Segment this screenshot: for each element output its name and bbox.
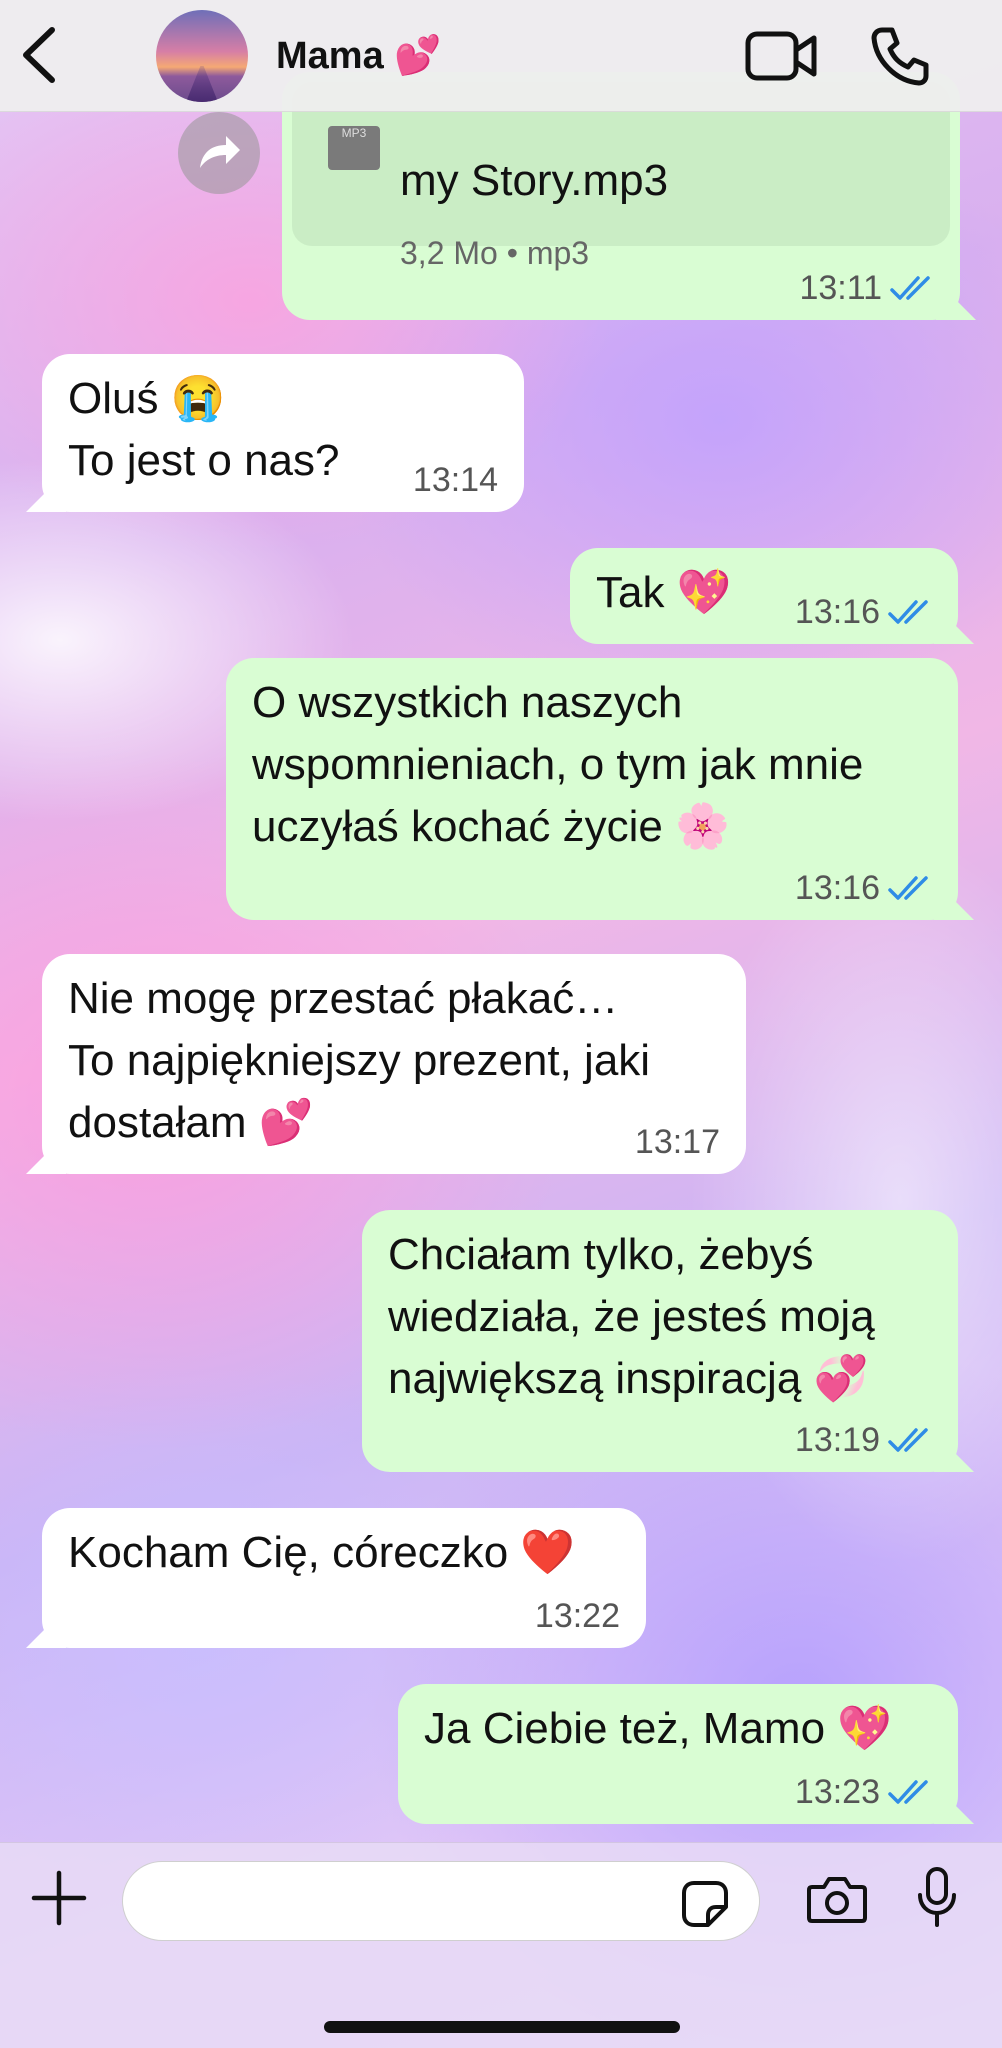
message-time: 13:16 <box>794 593 880 631</box>
mp3-file-icon: MP3 <box>328 126 380 170</box>
video-camera-icon <box>745 31 817 81</box>
sticker-icon <box>682 1881 728 1927</box>
avatar[interactable] <box>156 10 248 102</box>
message-bubble-outgoing[interactable]: Ja Ciebie też, Mamo 💖 13:23 <box>398 1684 958 1824</box>
message-composer <box>0 1842 1002 2048</box>
double-check-icon <box>888 600 928 624</box>
message-meta: 13:16 <box>795 868 934 908</box>
message-meta: 13:14 <box>413 460 498 500</box>
file-type-label: MP3 <box>341 126 367 140</box>
camera-icon <box>807 1877 867 1923</box>
voice-message-button[interactable] <box>916 1865 958 1929</box>
message-meta: 13:16 <box>795 592 934 632</box>
chevron-left-icon <box>23 27 55 83</box>
plus-icon <box>31 1870 87 1926</box>
message-bubble-outgoing[interactable]: O wszystkich naszych wspomnieniach, o ty… <box>226 658 958 920</box>
attach-button[interactable] <box>30 1869 88 1927</box>
message-bubble-outgoing[interactable]: Chciałam tylko, żebyś wiedziała, że jest… <box>362 1210 958 1472</box>
message-bubble-incoming[interactable]: Nie mogę przestać płakać… To najpiękniej… <box>42 954 746 1174</box>
message-meta: 13:17 <box>635 1122 720 1162</box>
file-name: my Story.mp3 <box>400 156 669 205</box>
message-text: Ja Ciebie też, Mamo 💖 <box>424 1704 893 1753</box>
back-button[interactable] <box>16 22 66 88</box>
message-meta: 13:19 <box>795 1420 934 1460</box>
message-meta: 13:11 <box>799 268 936 308</box>
message-time: 13:22 <box>534 1597 620 1635</box>
forward-button[interactable] <box>178 112 260 194</box>
message-text: Nie mogę przestać płakać… To najpiękniej… <box>68 974 651 1147</box>
message-text: Kocham Cię, córeczko ❤️ <box>68 1528 576 1577</box>
message-meta: 13:22 <box>535 1596 620 1636</box>
message-time: 13:14 <box>412 461 498 499</box>
file-info: 3,2 Mo • mp3 <box>400 235 590 271</box>
home-indicator[interactable] <box>324 2021 680 2033</box>
microphone-icon <box>918 1867 956 1927</box>
video-call-button[interactable] <box>744 24 820 88</box>
message-text: O wszystkich naszych wspomnieniach, o ty… <box>252 678 864 851</box>
sticker-button[interactable] <box>680 1879 730 1929</box>
double-check-icon <box>890 276 930 300</box>
message-time: 13:11 <box>799 269 882 307</box>
message-time: 13:23 <box>794 1773 880 1811</box>
message-meta: 13:23 <box>795 1772 934 1812</box>
message-time: 13:17 <box>634 1123 720 1161</box>
message-time: 13:16 <box>794 869 880 907</box>
phone-icon <box>871 27 929 86</box>
camera-button[interactable] <box>806 1873 868 1925</box>
double-check-icon <box>888 1428 928 1452</box>
chat-header: Mama 💕 <box>0 0 1002 112</box>
message-bubble-outgoing[interactable]: Tak 💖 13:16 <box>570 548 958 644</box>
voice-call-button[interactable] <box>868 24 944 88</box>
message-text: Chciałam tylko, żebyś wiedziała, że jest… <box>388 1230 875 1403</box>
message-bubble-incoming[interactable]: Oluś 😭 To jest o nas? 13:14 <box>42 354 524 512</box>
forward-arrow-icon <box>200 136 240 168</box>
contact-name[interactable]: Mama 💕 <box>276 34 442 78</box>
double-check-icon <box>888 876 928 900</box>
chat-messages: MP3 my Story.mp3 3,2 Mo • mp3 13:11 Oluś… <box>0 72 1002 1842</box>
message-time: 13:19 <box>794 1421 880 1459</box>
double-check-icon <box>888 1780 928 1804</box>
message-input[interactable] <box>122 1861 760 1941</box>
message-bubble-incoming[interactable]: Kocham Cię, córeczko ❤️ 13:22 <box>42 1508 646 1648</box>
